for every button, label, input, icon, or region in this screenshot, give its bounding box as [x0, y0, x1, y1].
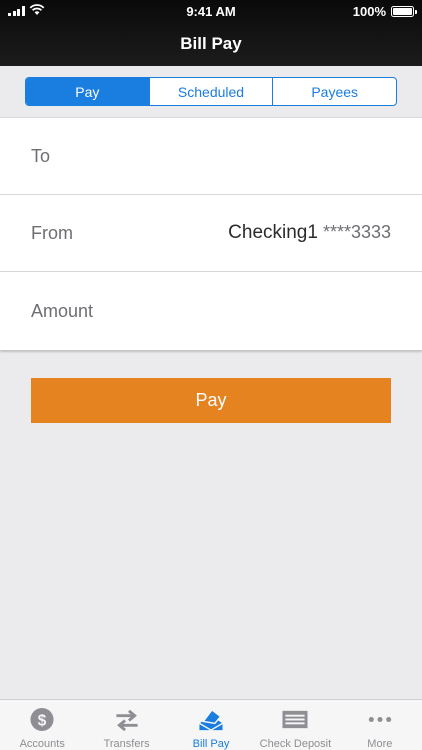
tab-check-deposit-label: Check Deposit	[259, 738, 332, 750]
segment-scheduled[interactable]: Scheduled	[148, 78, 273, 105]
from-account-value: Checking1 ****3333	[228, 222, 391, 244]
pay-button[interactable]: Pay	[31, 378, 391, 423]
tab-bill-pay[interactable]: Bill Pay	[169, 700, 253, 750]
transfer-arrows-icon	[116, 709, 138, 732]
segment-payees[interactable]: Payees	[272, 78, 396, 105]
tab-transfers-label: Transfers	[103, 738, 150, 750]
tab-check-deposit[interactable]: Check Deposit	[253, 700, 337, 750]
tab-more-label: More	[367, 738, 393, 750]
tab-bill-pay-label: Bill Pay	[192, 738, 230, 750]
from-label: From	[31, 222, 73, 243]
battery-percentage: 100%	[352, 4, 386, 19]
more-dots-icon	[368, 717, 391, 722]
from-account-number: ****3333	[322, 222, 391, 242]
from-account-name: Checking1	[228, 222, 318, 243]
tab-bar: $ Accounts Transfers Bill Pay Check Depo…	[0, 699, 422, 750]
segment-pay[interactable]: Pay	[26, 78, 149, 105]
tab-accounts-label: Accounts	[19, 738, 65, 750]
battery-icon	[391, 6, 417, 17]
to-field[interactable]: To	[0, 118, 422, 195]
navigation-bar: 9:41 AM 100% Bill Pay	[0, 0, 422, 66]
bill-pay-icon	[199, 708, 223, 731]
status-bar: 9:41 AM 100%	[0, 0, 422, 22]
page-title: Bill Pay	[180, 34, 242, 53]
tab-transfers[interactable]: Transfers	[84, 700, 168, 750]
amount-field[interactable]: Amount	[0, 272, 422, 350]
to-label: To	[31, 145, 51, 166]
segmented-control: Pay Scheduled Payees	[25, 77, 397, 106]
bill-pay-form: To From Checking1 ****3333 Amount	[0, 117, 422, 350]
dollar-coin-icon: $	[30, 707, 54, 732]
amount-label: Amount	[31, 300, 94, 321]
svg-text:$: $	[38, 712, 47, 729]
tab-more[interactable]: More	[338, 700, 422, 750]
tab-accounts[interactable]: $ Accounts	[0, 700, 84, 750]
segment-bar: Pay Scheduled Payees	[0, 66, 422, 117]
from-field[interactable]: From Checking1 ****3333	[0, 195, 422, 272]
check-icon	[282, 710, 308, 729]
